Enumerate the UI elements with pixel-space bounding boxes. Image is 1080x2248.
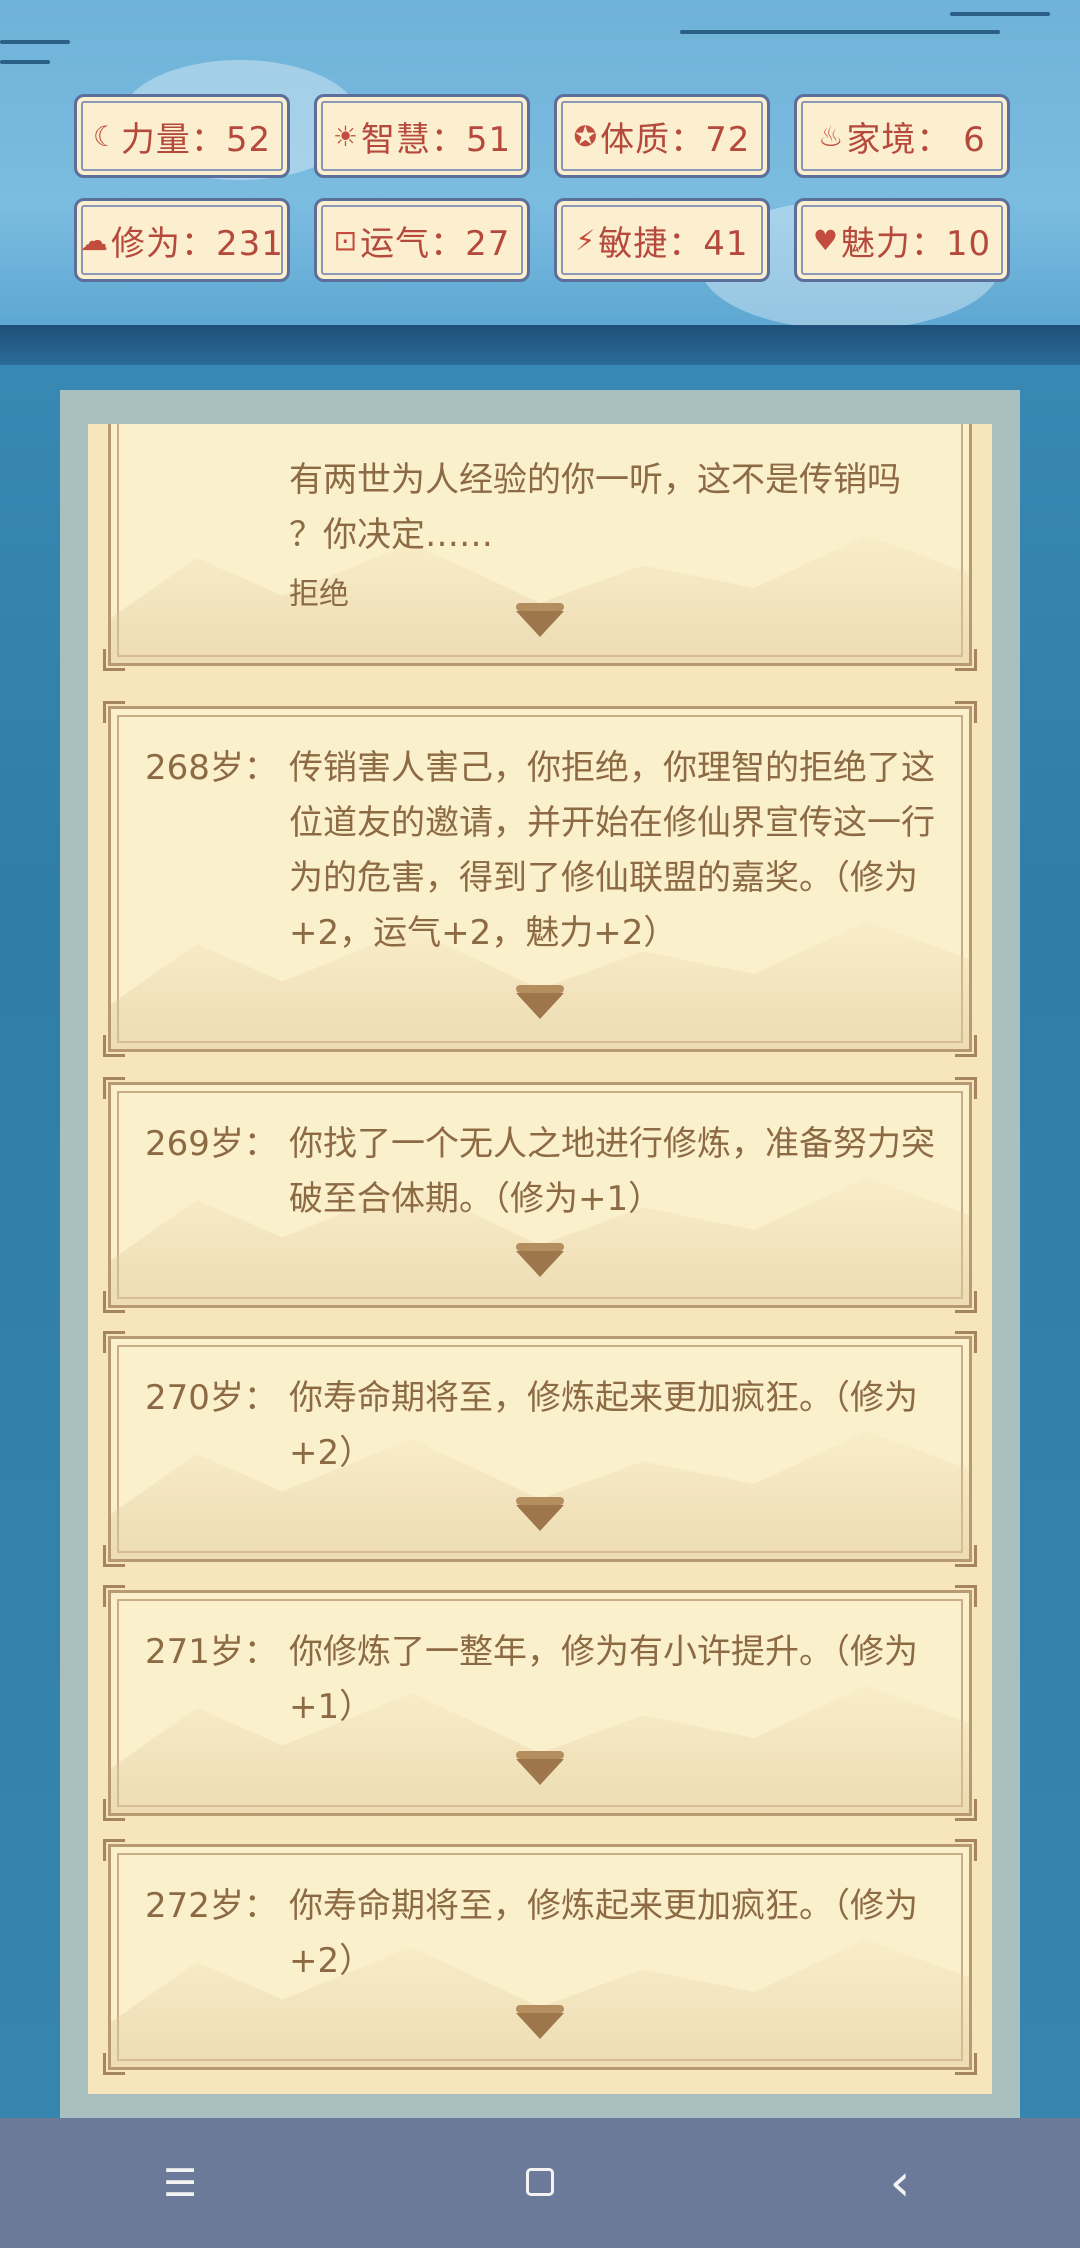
stat-label: 家境： 6 xyxy=(846,119,986,160)
stat-agility: ⚡ 敏捷：41 xyxy=(554,198,770,282)
expand-arrow-icon[interactable] xyxy=(516,2005,564,2039)
event-age: 269岁： xyxy=(145,1124,278,1164)
bulb-icon: ☀ xyxy=(332,119,359,153)
event-age: 270岁： xyxy=(145,1378,278,1418)
back-icon[interactable]: ‹ xyxy=(840,2153,960,2213)
stat-label: 修为：231 xyxy=(111,223,284,264)
card-corner xyxy=(103,1035,125,1057)
card-corner xyxy=(955,2053,977,2075)
stat-cultivation: ☁ 修为：231 xyxy=(74,198,290,282)
event-row: 268岁： 传销害人害己，你拒绝，你理智的拒绝了这位道友的邀请，并开始在修仙界宣… xyxy=(145,741,935,961)
event-card[interactable]: 270岁： 你寿命期将至，修炼起来更加疯狂。（修为+2） xyxy=(103,1331,977,1567)
card-corner xyxy=(955,1799,977,1821)
card-corner xyxy=(955,1545,977,1567)
card-corner xyxy=(955,1291,977,1313)
swirl-decoration xyxy=(0,60,50,64)
stat-label: 力量：52 xyxy=(120,119,272,160)
swirl-decoration xyxy=(950,12,1050,16)
lightning-icon: ⚡ xyxy=(575,223,597,257)
event-choice: 拒绝 xyxy=(289,577,349,612)
home-button[interactable] xyxy=(480,2161,600,2205)
stat-label: 智慧：51 xyxy=(360,119,512,160)
event-text: 你寿命期将至，修炼起来更加疯狂。（修为+2） xyxy=(289,1378,918,1473)
event-card-partial[interactable]: 有两世为人经验的你一听，这不是传销吗 ？你决定…… 拒绝 xyxy=(103,424,977,671)
card-corner xyxy=(955,701,977,723)
card-corner xyxy=(103,1331,125,1353)
card-corner xyxy=(103,1799,125,1821)
card-corner xyxy=(955,1839,977,1861)
swirl-decoration xyxy=(0,40,70,44)
card-corner xyxy=(103,1077,125,1099)
stat-wisdom: ☀ 智慧：51 xyxy=(314,94,530,178)
stat-luck: ⊡ 运气：27 xyxy=(314,198,530,282)
expand-arrow-icon[interactable] xyxy=(516,1497,564,1531)
stat-label: 魅力：10 xyxy=(840,223,992,264)
card-corner xyxy=(955,1585,977,1607)
heart-icon: ♥ xyxy=(812,223,839,257)
event-line: ？你决定…… xyxy=(289,515,493,555)
ink-brush-divider xyxy=(0,325,1080,365)
expand-arrow-icon[interactable] xyxy=(516,985,564,1019)
event-age: 268岁： xyxy=(145,748,278,788)
stat-label: 敏捷：41 xyxy=(598,223,749,264)
stat-label: 运气：27 xyxy=(360,223,511,264)
stats-grid: ☾ 力量：52 ☀ 智慧：51 ✪ 体质：72 ♨ 家境： 6 ☁ 修为：231… xyxy=(74,94,1010,282)
event-card[interactable]: 269岁： 你找了一个无人之地进行修炼，准备努力突破至合体期。（修为+1） xyxy=(103,1077,977,1313)
event-text: 传销害人害己，你拒绝，你理智的拒绝了这位道友的邀请，并开始在修仙界宣传这一行为的… xyxy=(289,748,935,953)
card-corner xyxy=(955,649,977,671)
event-text: 你寿命期将至，修炼起来更加疯狂。（修为+2） xyxy=(289,1886,918,1981)
fist-icon: ☾ xyxy=(92,119,119,153)
card-corner xyxy=(103,1291,125,1313)
event-row: 270岁： 你寿命期将至，修炼起来更加疯狂。（修为+2） xyxy=(145,1371,935,1481)
event-card[interactable]: 272岁： 你寿命期将至，修炼起来更加疯狂。（修为+2） xyxy=(103,1839,977,2075)
shield-icon: ✪ xyxy=(573,119,599,153)
system-nav-bar: ☰ ‹ xyxy=(0,2118,1080,2248)
expand-arrow-icon[interactable] xyxy=(516,1243,564,1277)
event-row: 269岁： 你找了一个无人之地进行修炼，准备努力突破至合体期。（修为+1） xyxy=(145,1117,935,1227)
swirl-decoration xyxy=(680,30,1000,34)
menu-icon[interactable]: ☰ xyxy=(120,2161,240,2205)
stat-label: 体质：72 xyxy=(600,119,751,160)
card-corner xyxy=(103,649,125,671)
event-row: 有两世为人经验的你一听，这不是传销吗 ？你决定…… 拒绝 xyxy=(145,453,935,627)
dice-icon: ⊡ xyxy=(333,223,359,257)
card-corner xyxy=(955,1035,977,1057)
stat-charm: ♥ 魅力：10 xyxy=(794,198,1010,282)
event-age: 271岁： xyxy=(145,1632,278,1672)
event-log-panel[interactable]: 有两世为人经验的你一听，这不是传销吗 ？你决定…… 拒绝 268岁： 传销害人害… xyxy=(60,390,1020,2118)
stat-strength: ☾ 力量：52 xyxy=(74,94,290,178)
event-age: 272岁： xyxy=(145,1886,278,1926)
event-text: 你修炼了一整年，修为有小许提升。（修为+1） xyxy=(289,1632,918,1727)
expand-arrow-icon[interactable] xyxy=(516,1751,564,1785)
event-card[interactable]: 268岁： 传销害人害己，你拒绝，你理智的拒绝了这位道友的邀请，并开始在修仙界宣… xyxy=(103,701,977,1057)
card-corner xyxy=(103,701,125,723)
event-text: 有两世为人经验的你一听，这不是传销吗 ？你决定…… 拒绝 xyxy=(289,453,935,627)
card-corner xyxy=(103,1839,125,1861)
event-text: 你找了一个无人之地进行修炼，准备努力突破至合体期。（修为+1） xyxy=(289,1124,935,1219)
stat-family: ♨ 家境： 6 xyxy=(794,94,1010,178)
event-row: 271岁： 你修炼了一整年，修为有小许提升。（修为+1） xyxy=(145,1625,935,1735)
event-log-scroll[interactable]: 有两世为人经验的你一听，这不是传销吗 ？你决定…… 拒绝 268岁： 传销害人害… xyxy=(88,424,992,2094)
stat-constitution: ✪ 体质：72 xyxy=(554,94,770,178)
card-corner xyxy=(103,1545,125,1567)
card-corner xyxy=(955,1077,977,1099)
card-corner xyxy=(103,2053,125,2075)
money-bag-icon: ♨ xyxy=(818,119,845,153)
card-corner xyxy=(955,1331,977,1353)
card-corner xyxy=(103,1585,125,1607)
cloud-icon: ☁ xyxy=(80,223,110,257)
event-card[interactable]: 271岁： 你修炼了一整年，修为有小许提升。（修为+1） xyxy=(103,1585,977,1821)
home-square-icon xyxy=(526,2168,554,2196)
expand-arrow-icon[interactable] xyxy=(516,603,564,637)
event-line: 有两世为人经验的你一听，这不是传销吗 xyxy=(289,460,901,500)
event-age xyxy=(145,453,289,627)
event-row: 272岁： 你寿命期将至，修炼起来更加疯狂。（修为+2） xyxy=(145,1879,935,1989)
